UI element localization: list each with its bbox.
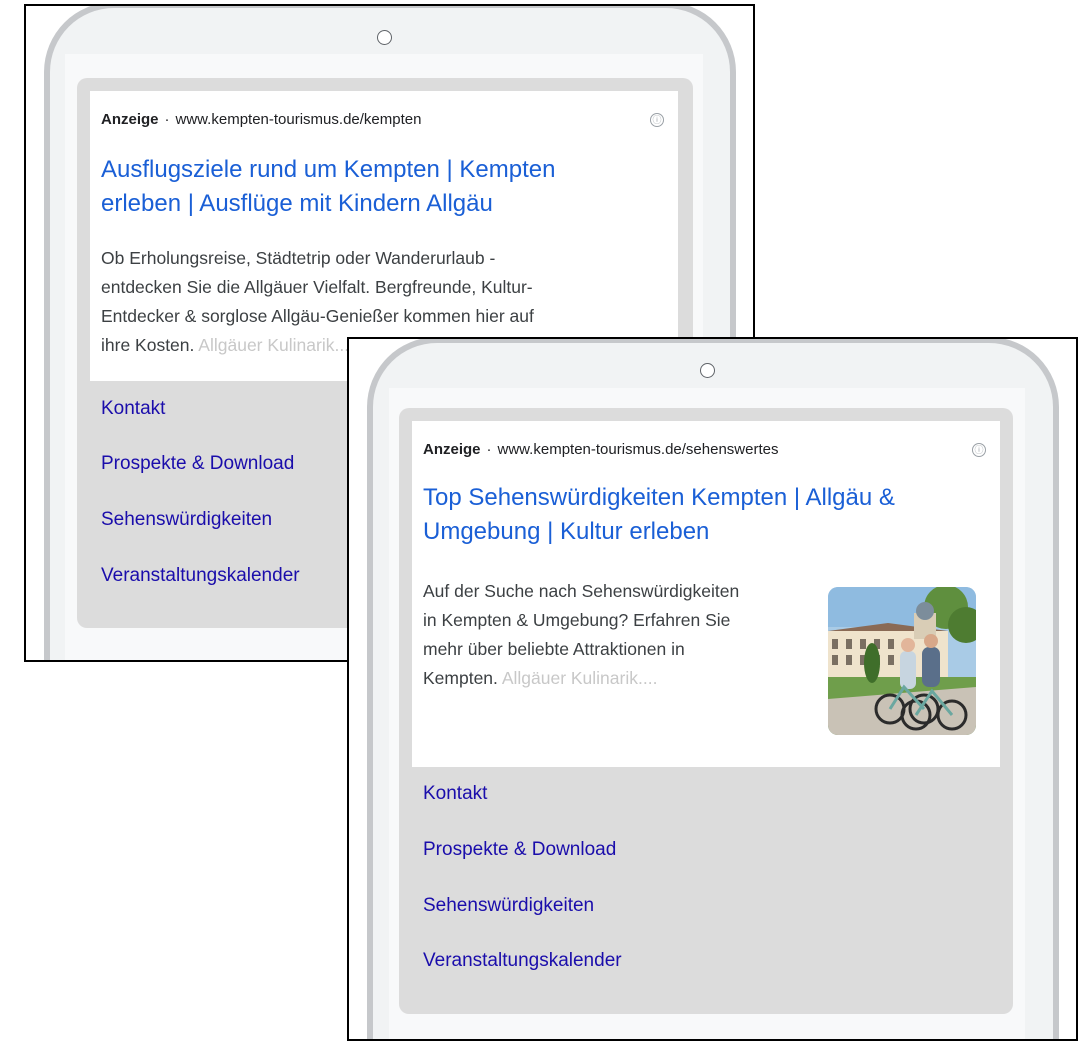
ad-description-faded: Allgäuer Kulinarik.... (501, 668, 658, 688)
ad-url[interactable]: www.kempten-tourismus.de/kempten (176, 111, 422, 128)
ad-title[interactable]: Ausflugsziele rund um Kempten | Kempten … (101, 153, 671, 221)
tablet-screen: Anzeige · www.kempten-tourismus.de/sehensw… (389, 388, 1025, 1039)
sitelink-kontakt[interactable]: Kontakt (101, 398, 165, 420)
ad-title-line: Top Sehenswürdigkeiten Kempten | Allgäu … (423, 484, 895, 511)
ad-title[interactable]: Top Sehenswürdigkeiten Kempten | Allgäu … (423, 481, 993, 549)
ad-title-line: Ausflugsziele rund um Kempten | Kempten (101, 156, 556, 183)
sitelink-kontakt[interactable]: Kontakt (423, 783, 487, 805)
ad-description: Auf der Suche nach Sehenswürdigkeiten in… (423, 577, 823, 693)
sitelink-prospekte[interactable]: Prospekte & Download (423, 839, 616, 861)
ad-description-faded: Allgäuer Kulinarik.... (198, 335, 354, 355)
ad-description-line: entdecken Sie die Allgäuer Vielfalt. Ber… (101, 277, 533, 297)
ad-description-line: mehr über beliebte Attraktionen in (423, 639, 685, 659)
ad-title-line: erleben | Ausflüge mit Kindern Allgäu (101, 190, 493, 217)
sitelink-veranstaltungskalender[interactable]: Veranstaltungskalender (423, 950, 622, 972)
separator: · (164, 111, 170, 128)
ad-meta: Anzeige · www.kempten-tourismus.de/kempten (101, 111, 421, 128)
info-icon[interactable]: ⓘ (650, 113, 664, 127)
ad-description-line: Ob Erholungsreise, Städtetrip oder Wande… (101, 248, 496, 268)
info-icon[interactable]: ⓘ (972, 443, 986, 457)
separator: · (486, 441, 492, 458)
search-ad-card: Anzeige · www.kempten-tourismus.de/sehensw… (399, 408, 1013, 1014)
ad-label: Anzeige (101, 111, 159, 128)
sitelink-prospekte[interactable]: Prospekte & Download (101, 453, 294, 475)
ad-description-line: Auf der Suche nach Sehenswürdigkeiten (423, 581, 740, 601)
screenshot-frame-2: Anzeige · www.kempten-tourismus.de/sehensw… (347, 337, 1078, 1041)
ad-url[interactable]: www.kempten-tourismus.de/sehenswertes (498, 441, 779, 458)
camera-icon (700, 363, 715, 378)
ad-image[interactable] (828, 587, 976, 735)
ad-description-end: Kempten. (423, 668, 498, 688)
tablet-device: Anzeige · www.kempten-tourismus.de/sehensw… (367, 339, 1059, 1039)
ad-description-line: Entdecker & sorglose Allgäu-Genießer kom… (101, 306, 534, 326)
sitelink-veranstaltungskalender[interactable]: Veranstaltungskalender (101, 565, 300, 587)
ad-description-line: Kempten. Allgäuer Kulinarik.... (423, 664, 823, 693)
ad-description-end: ihre Kosten. (101, 335, 195, 355)
sitelink-sehenswuerdigkeiten[interactable]: Sehenswürdigkeiten (101, 509, 272, 531)
ad-label: Anzeige (423, 441, 481, 458)
ad-description-line: in Kempten & Umgebung? Erfahren Sie (423, 610, 731, 630)
ad-meta: Anzeige · www.kempten-tourismus.de/sehensw… (423, 441, 778, 458)
camera-icon (377, 30, 392, 45)
sitelink-sehenswuerdigkeiten[interactable]: Sehenswürdigkeiten (423, 895, 594, 917)
ad-title-line: Umgebung | Kultur erleben (423, 518, 710, 545)
cyclists-photo-icon (828, 587, 976, 735)
ad-content: Anzeige · www.kempten-tourismus.de/sehensw… (412, 421, 1000, 767)
